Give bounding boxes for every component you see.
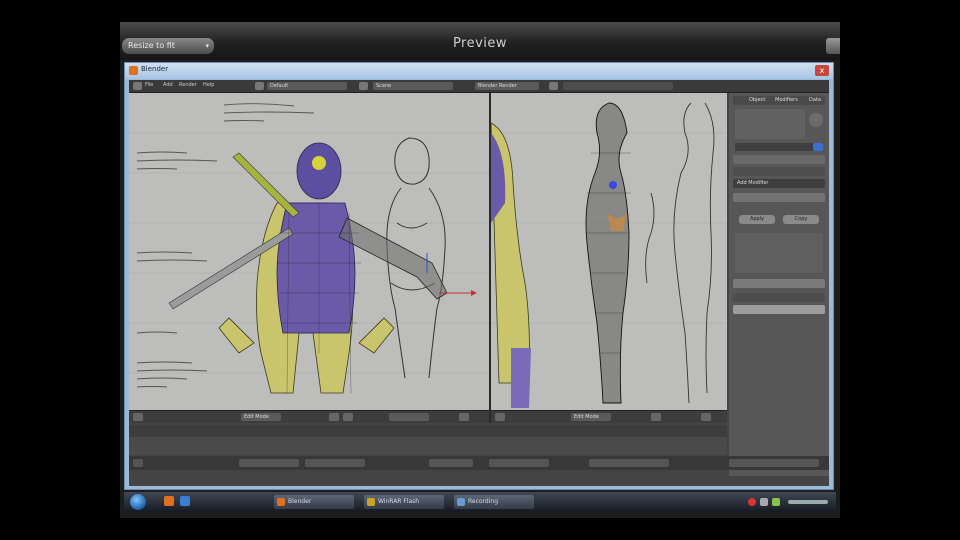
- current-frame-field[interactable]: [429, 459, 473, 467]
- blender-logo-icon: [129, 66, 138, 75]
- taskbar-item-winrar[interactable]: WinRAR Flash: [364, 495, 444, 509]
- close-button[interactable]: x: [815, 65, 829, 76]
- proportional-edit-icon[interactable]: [459, 413, 469, 421]
- preview-title: Preview: [452, 36, 508, 51]
- render-engine-dropdown[interactable]: Blender Render: [475, 82, 539, 90]
- taskbar-item-label: WinRAR Flash: [378, 498, 420, 505]
- front-reference-drawing: [129, 93, 489, 411]
- timeline-ruler: [129, 425, 727, 437]
- side-viewport-header: Edit Mode: [491, 410, 727, 423]
- active-tab-icon[interactable]: [813, 143, 823, 151]
- preview-window: Resize to fit ▾ Preview Blender x File A…: [120, 22, 840, 518]
- front-viewport-header: Edit Mode: [129, 410, 489, 423]
- side-pivot-icon[interactable]: [651, 413, 661, 421]
- side-mode-dropdown[interactable]: Edit Mode: [571, 413, 611, 421]
- scene-icon[interactable]: [359, 82, 368, 90]
- scene-field[interactable]: Scene: [373, 82, 453, 90]
- object-name-row[interactable]: [733, 155, 825, 164]
- front-mode-dropdown[interactable]: Edit Mode: [241, 413, 281, 421]
- tab-modifiers[interactable]: Modifiers: [775, 97, 798, 103]
- start-frame-field[interactable]: [239, 459, 299, 467]
- recording-task-icon: [457, 498, 465, 506]
- quicklaunch-icon[interactable]: [164, 496, 174, 506]
- timeline-view-icon[interactable]: [133, 459, 143, 467]
- layers-field[interactable]: [389, 413, 429, 421]
- network-icon[interactable]: [772, 498, 780, 506]
- blender-client: File Add Render Help Default Scene Blend…: [129, 80, 829, 486]
- blender-task-icon: [277, 498, 285, 506]
- blender-window: Blender x File Add Render Help Default S…: [124, 62, 834, 490]
- clock[interactable]: [788, 500, 828, 504]
- snap-icon[interactable]: [343, 413, 353, 421]
- modifier-settings[interactable]: [735, 233, 823, 273]
- preview-titlebar: Resize to fit ▾ Preview: [120, 22, 840, 60]
- taskbar-item-label: Recording: [468, 498, 499, 505]
- side-snap-icon[interactable]: [701, 413, 711, 421]
- timeline[interactable]: [129, 425, 727, 455]
- apply-button[interactable]: Apply: [739, 215, 775, 224]
- modifier-target-field[interactable]: [733, 305, 825, 314]
- screen-layout-icon[interactable]: [255, 82, 264, 90]
- playback-controls[interactable]: [489, 459, 549, 467]
- side-reference-drawing: [491, 93, 727, 411]
- render-icon[interactable]: [549, 82, 558, 90]
- modifiers-section-header[interactable]: [733, 167, 825, 176]
- side-viewport[interactable]: Edit Mode: [491, 93, 727, 423]
- side-view-type-icon[interactable]: [495, 413, 505, 421]
- info-header: File Add Render Help Default Scene Blend…: [129, 80, 829, 93]
- modifier-row[interactable]: [733, 193, 825, 202]
- menu-help[interactable]: Help: [203, 82, 214, 88]
- properties-tab-strip[interactable]: [735, 143, 823, 151]
- blender-titlebar: Blender x: [125, 63, 833, 79]
- copy-button[interactable]: Copy: [783, 215, 819, 224]
- menu-render[interactable]: Render: [179, 82, 197, 88]
- tab-object[interactable]: Object: [749, 97, 765, 103]
- end-frame-field[interactable]: [305, 459, 365, 467]
- taskbar: Blender WinRAR Flash Recording: [124, 492, 836, 512]
- modifier-option-row[interactable]: [733, 279, 825, 288]
- tab-data[interactable]: Data: [809, 97, 821, 103]
- view-type-icon[interactable]: [133, 413, 143, 421]
- resize-corner-button[interactable]: [826, 38, 840, 54]
- blender-title: Blender: [141, 65, 169, 73]
- taskbar-item-recording[interactable]: Recording: [454, 495, 534, 509]
- taskbar-item-label: Blender: [288, 498, 312, 505]
- menu-file[interactable]: File: [145, 82, 153, 88]
- quicklaunch-ie-icon[interactable]: [180, 496, 190, 506]
- stats-bar: [563, 82, 673, 90]
- winrar-task-icon: [367, 498, 375, 506]
- tray-icon[interactable]: [748, 498, 756, 506]
- system-tray[interactable]: [744, 495, 834, 509]
- front-viewport[interactable]: Edit Mode: [129, 93, 489, 423]
- sync-dropdown[interactable]: [729, 459, 819, 467]
- modifier-label-row: [733, 293, 825, 302]
- object-tree[interactable]: [735, 109, 805, 139]
- properties-panel: Object Modifiers Data Add Modifier Apply…: [729, 93, 829, 476]
- add-modifier-dropdown[interactable]: Add Modifier: [733, 179, 825, 188]
- keying-set-dropdown[interactable]: [589, 459, 669, 467]
- menu-add[interactable]: Add: [163, 82, 173, 88]
- volume-icon[interactable]: [760, 498, 768, 506]
- editor-type-icon[interactable]: [133, 82, 142, 90]
- taskbar-item-blender[interactable]: Blender: [274, 495, 354, 509]
- screen-layout-field[interactable]: Default: [267, 82, 347, 90]
- timeline-header: [129, 456, 829, 470]
- object-icon: [809, 113, 823, 127]
- pivot-icon[interactable]: [329, 413, 339, 421]
- start-button[interactable]: [130, 494, 146, 510]
